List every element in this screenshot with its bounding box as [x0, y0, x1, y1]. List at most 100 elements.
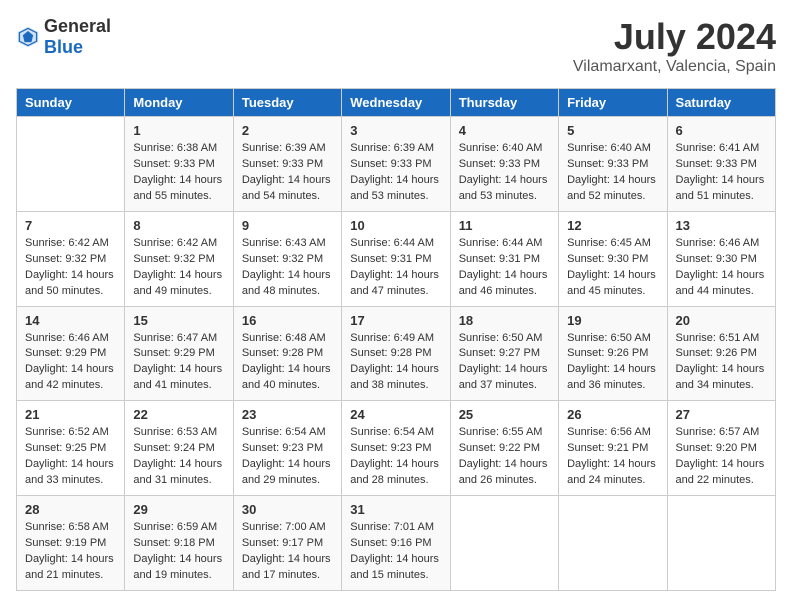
calendar-cell: 16 Sunrise: 6:48 AM Sunset: 9:28 PM Dayli… [233, 306, 341, 401]
day-info: Sunrise: 6:42 AM Sunset: 9:32 PM Dayligh… [25, 236, 116, 300]
day-number: 13 [676, 218, 767, 233]
calendar-cell [667, 496, 775, 591]
day-info: Sunrise: 6:57 AM Sunset: 9:20 PM Dayligh… [676, 425, 767, 489]
day-number: 1 [133, 123, 224, 138]
day-info: Sunrise: 6:42 AM Sunset: 9:32 PM Dayligh… [133, 236, 224, 300]
calendar-cell: 27 Sunrise: 6:57 AM Sunset: 9:20 PM Dayli… [667, 401, 775, 496]
calendar-cell: 28Sunrise: 6:58 AM Sunset: 9:19 PM Dayli… [17, 496, 125, 591]
calendar-cell: 29 Sunrise: 6:59 AM Sunset: 9:18 PM Dayli… [125, 496, 233, 591]
calendar-cell: 8Sunrise: 6:42 AM Sunset: 9:32 PM Daylig… [125, 211, 233, 306]
day-info: Sunrise: 6:56 AM Sunset: 9:21 PM Dayligh… [567, 425, 658, 489]
logo-general: General [44, 16, 111, 36]
day-info: Sunrise: 6:47 AM Sunset: 9:29 PM Dayligh… [133, 331, 224, 395]
calendar-cell: 20 Sunrise: 6:51 AM Sunset: 9:26 PM Dayli… [667, 306, 775, 401]
calendar-week-5: 28Sunrise: 6:58 AM Sunset: 9:19 PM Dayli… [17, 496, 776, 591]
calendar-week-3: 14 Sunrise: 6:46 AM Sunset: 9:29 PM Dayli… [17, 306, 776, 401]
day-info: Sunrise: 6:39 AM Sunset: 9:33 PM Dayligh… [350, 141, 441, 205]
day-number: 29 [133, 502, 224, 517]
weekday-header-row: SundayMondayTuesdayWednesdayThursdayFrid… [17, 89, 776, 117]
day-number: 18 [459, 313, 550, 328]
day-info: Sunrise: 6:44 AM Sunset: 9:31 PM Dayligh… [459, 236, 550, 300]
day-number: 14 [25, 313, 116, 328]
day-info: Sunrise: 6:54 AM Sunset: 9:23 PM Dayligh… [242, 425, 333, 489]
weekday-header-friday: Friday [559, 89, 667, 117]
day-info: Sunrise: 6:55 AM Sunset: 9:22 PM Dayligh… [459, 425, 550, 489]
weekday-header-saturday: Saturday [667, 89, 775, 117]
weekday-header-monday: Monday [125, 89, 233, 117]
day-info: Sunrise: 6:39 AM Sunset: 9:33 PM Dayligh… [242, 141, 333, 205]
day-info: Sunrise: 6:53 AM Sunset: 9:24 PM Dayligh… [133, 425, 224, 489]
weekday-header-tuesday: Tuesday [233, 89, 341, 117]
day-number: 24 [350, 407, 441, 422]
calendar-week-1: 1 Sunrise: 6:38 AM Sunset: 9:33 PM Daylig… [17, 117, 776, 212]
day-number: 17 [350, 313, 441, 328]
day-info: Sunrise: 6:38 AM Sunset: 9:33 PM Dayligh… [133, 141, 224, 205]
logo-blue: Blue [44, 37, 83, 57]
calendar-cell: 21Sunrise: 6:52 AM Sunset: 9:25 PM Dayli… [17, 401, 125, 496]
day-info: Sunrise: 6:48 AM Sunset: 9:28 PM Dayligh… [242, 331, 333, 395]
day-info: Sunrise: 6:43 AM Sunset: 9:32 PM Dayligh… [242, 236, 333, 300]
calendar-cell: 23 Sunrise: 6:54 AM Sunset: 9:23 PM Dayli… [233, 401, 341, 496]
day-info: Sunrise: 6:50 AM Sunset: 9:27 PM Dayligh… [459, 331, 550, 395]
calendar-cell: 15 Sunrise: 6:47 AM Sunset: 9:29 PM Dayli… [125, 306, 233, 401]
calendar-cell: 19Sunrise: 6:50 AM Sunset: 9:26 PM Dayli… [559, 306, 667, 401]
calendar-cell: 10Sunrise: 6:44 AM Sunset: 9:31 PM Dayli… [342, 211, 450, 306]
calendar-cell: 1 Sunrise: 6:38 AM Sunset: 9:33 PM Daylig… [125, 117, 233, 212]
calendar-table: SundayMondayTuesdayWednesdayThursdayFrid… [16, 88, 776, 591]
calendar-cell: 22 Sunrise: 6:53 AM Sunset: 9:24 PM Dayli… [125, 401, 233, 496]
day-number: 22 [133, 407, 224, 422]
calendar-cell: 25 Sunrise: 6:55 AM Sunset: 9:22 PM Dayli… [450, 401, 558, 496]
calendar-location: Vilamarxant, Valencia, Spain [573, 58, 776, 76]
day-info: Sunrise: 6:46 AM Sunset: 9:29 PM Dayligh… [25, 331, 116, 395]
calendar-cell [559, 496, 667, 591]
calendar-cell [17, 117, 125, 212]
day-number: 25 [459, 407, 550, 422]
calendar-cell: 7Sunrise: 6:42 AM Sunset: 9:32 PM Daylig… [17, 211, 125, 306]
weekday-header-wednesday: Wednesday [342, 89, 450, 117]
day-number: 31 [350, 502, 441, 517]
day-info: Sunrise: 6:40 AM Sunset: 9:33 PM Dayligh… [459, 141, 550, 205]
calendar-cell: 24 Sunrise: 6:54 AM Sunset: 9:23 PM Dayli… [342, 401, 450, 496]
day-info: Sunrise: 6:49 AM Sunset: 9:28 PM Dayligh… [350, 331, 441, 395]
day-info: Sunrise: 6:54 AM Sunset: 9:23 PM Dayligh… [350, 425, 441, 489]
day-number: 30 [242, 502, 333, 517]
calendar-cell: 12Sunrise: 6:45 AM Sunset: 9:30 PM Dayli… [559, 211, 667, 306]
day-info: Sunrise: 6:51 AM Sunset: 9:26 PM Dayligh… [676, 331, 767, 395]
calendar-cell: 30 Sunrise: 7:00 AM Sunset: 9:17 PM Dayli… [233, 496, 341, 591]
title-block: July 2024 Vilamarxant, Valencia, Spain [573, 16, 776, 76]
calendar-cell: 3Sunrise: 6:39 AM Sunset: 9:33 PM Daylig… [342, 117, 450, 212]
calendar-title: July 2024 [573, 16, 776, 58]
day-number: 16 [242, 313, 333, 328]
calendar-week-4: 21Sunrise: 6:52 AM Sunset: 9:25 PM Dayli… [17, 401, 776, 496]
day-number: 28 [25, 502, 116, 517]
day-info: Sunrise: 6:46 AM Sunset: 9:30 PM Dayligh… [676, 236, 767, 300]
logo-icon [16, 25, 40, 49]
day-number: 2 [242, 123, 333, 138]
day-number: 15 [133, 313, 224, 328]
calendar-cell: 17 Sunrise: 6:49 AM Sunset: 9:28 PM Dayli… [342, 306, 450, 401]
day-info: Sunrise: 6:50 AM Sunset: 9:26 PM Dayligh… [567, 331, 658, 395]
calendar-cell: 11 Sunrise: 6:44 AM Sunset: 9:31 PM Dayli… [450, 211, 558, 306]
calendar-cell: 26 Sunrise: 6:56 AM Sunset: 9:21 PM Dayli… [559, 401, 667, 496]
day-number: 5 [567, 123, 658, 138]
day-info: Sunrise: 6:59 AM Sunset: 9:18 PM Dayligh… [133, 520, 224, 584]
day-info: Sunrise: 6:41 AM Sunset: 9:33 PM Dayligh… [676, 141, 767, 205]
day-number: 20 [676, 313, 767, 328]
day-number: 11 [459, 218, 550, 233]
day-number: 6 [676, 123, 767, 138]
calendar-cell: 2 Sunrise: 6:39 AM Sunset: 9:33 PM Daylig… [233, 117, 341, 212]
page-header: General Blue July 2024 Vilamarxant, Vale… [16, 16, 776, 76]
calendar-cell: 5 Sunrise: 6:40 AM Sunset: 9:33 PM Daylig… [559, 117, 667, 212]
calendar-cell: 13 Sunrise: 6:46 AM Sunset: 9:30 PM Dayli… [667, 211, 775, 306]
day-info: Sunrise: 7:00 AM Sunset: 9:17 PM Dayligh… [242, 520, 333, 584]
calendar-week-2: 7Sunrise: 6:42 AM Sunset: 9:32 PM Daylig… [17, 211, 776, 306]
day-number: 4 [459, 123, 550, 138]
weekday-header-thursday: Thursday [450, 89, 558, 117]
day-number: 9 [242, 218, 333, 233]
day-number: 26 [567, 407, 658, 422]
day-number: 27 [676, 407, 767, 422]
day-info: Sunrise: 6:40 AM Sunset: 9:33 PM Dayligh… [567, 141, 658, 205]
day-info: Sunrise: 6:45 AM Sunset: 9:30 PM Dayligh… [567, 236, 658, 300]
weekday-header-sunday: Sunday [17, 89, 125, 117]
day-number: 23 [242, 407, 333, 422]
